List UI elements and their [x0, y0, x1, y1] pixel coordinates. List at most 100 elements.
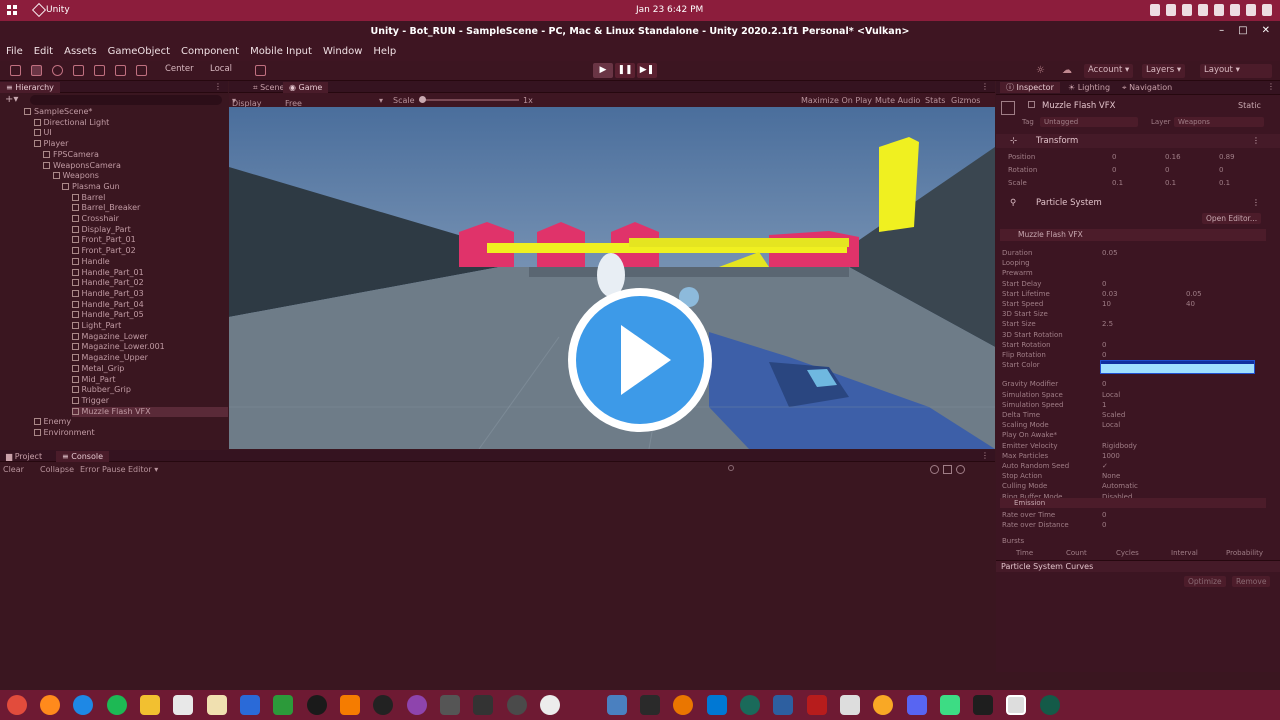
menu-help[interactable]: Help: [373, 43, 396, 61]
hierarchy-item[interactable]: Crosshair: [71, 214, 119, 225]
particle-prop-value-max[interactable]: 40: [1186, 300, 1195, 308]
particle-prop-value[interactable]: ✓: [1102, 462, 1108, 470]
move-tool-icon[interactable]: [31, 65, 42, 76]
hierarchy-search-input[interactable]: [30, 95, 222, 105]
component-menu-icon[interactable]: ⋮: [1252, 136, 1260, 145]
particle-prop-value[interactable]: 1: [1102, 401, 1106, 409]
hierarchy-item[interactable]: Muzzle Flash VFX: [71, 406, 228, 418]
hierarchy-item[interactable]: Display_Part: [71, 225, 131, 236]
particle-curves-header[interactable]: Particle System Curves: [996, 560, 1280, 572]
transform-z-field[interactable]: 0.89: [1219, 153, 1235, 161]
transform-x-field[interactable]: 0.1: [1112, 179, 1123, 187]
particle-prop-value[interactable]: 2.5: [1102, 320, 1113, 328]
headphones-icon[interactable]: [507, 695, 527, 715]
obs-icon[interactable]: [373, 695, 393, 715]
hierarchy-item[interactable]: UI: [33, 128, 52, 139]
firefox-icon[interactable]: [40, 695, 60, 715]
power-icon[interactable]: [1262, 4, 1272, 16]
step-button[interactable]: ▶❚: [637, 63, 657, 78]
hierarchy-item[interactable]: Handle: [71, 257, 110, 268]
account-dropdown[interactable]: Account ▾: [1084, 64, 1134, 78]
optimize-button[interactable]: Optimize: [1184, 576, 1226, 587]
menu-edit[interactable]: Edit: [34, 43, 53, 61]
particle-prop-value[interactable]: 0: [1102, 351, 1106, 359]
hierarchy-item[interactable]: Mid_Part: [71, 375, 116, 386]
mute-audio-toggle[interactable]: Mute Audio: [875, 96, 920, 105]
play-button[interactable]: ▶: [593, 63, 613, 78]
hierarchy-item[interactable]: Magazine_Upper: [71, 353, 148, 364]
transform-y-field[interactable]: 0: [1165, 166, 1169, 174]
hierarchy-item[interactable]: Front_Part_02: [71, 246, 136, 257]
tab-lighting[interactable]: ☀ Lighting: [1062, 82, 1116, 93]
particle-prop-value[interactable]: 10: [1102, 300, 1111, 308]
tab-game[interactable]: ◉ Game: [283, 82, 329, 93]
start-color-swatch[interactable]: [1100, 360, 1255, 374]
particle-prop-value[interactable]: None: [1102, 472, 1120, 480]
game-controller-icon[interactable]: [440, 695, 460, 715]
game-viewport[interactable]: [229, 107, 995, 449]
chrome-icon[interactable]: [7, 695, 27, 715]
aspect-dropdown-arrow[interactable]: ▾: [379, 96, 383, 105]
unity-editor-running-icon[interactable]: [1006, 695, 1026, 715]
grid-snap-icon[interactable]: [255, 65, 266, 76]
console-menu-icon[interactable]: ⋮: [981, 451, 989, 460]
maximize-on-play-toggle[interactable]: Maximize On Play: [801, 96, 872, 105]
hierarchy-item[interactable]: Barrel_Breaker: [71, 203, 140, 214]
rotate-tool-icon[interactable]: [52, 65, 63, 76]
filezilla-icon[interactable]: [807, 695, 827, 715]
menu-mobile-input[interactable]: Mobile Input: [250, 43, 312, 61]
unity-icon[interactable]: [640, 695, 660, 715]
particle-module-header[interactable]: Muzzle Flash VFX: [1000, 229, 1266, 241]
hierarchy-item[interactable]: WeaponsCamera: [43, 161, 121, 172]
hierarchy-item[interactable]: Handle_Part_04: [71, 300, 144, 311]
layer-dropdown[interactable]: Weapons: [1174, 117, 1264, 127]
stats-toggle[interactable]: Stats: [925, 96, 945, 105]
close-button[interactable]: ✕: [1262, 25, 1270, 36]
krita-icon[interactable]: [407, 695, 427, 715]
hierarchy-item[interactable]: Weapons: [52, 171, 99, 182]
hierarchy-item[interactable]: Rubber_Grip: [71, 385, 131, 396]
document-icon[interactable]: [240, 695, 260, 715]
hand-tool-icon[interactable]: [10, 65, 21, 76]
terminal-icon[interactable]: [973, 695, 993, 715]
particle-prop-value[interactable]: 0: [1102, 380, 1106, 388]
apps-grid-icon[interactable]: [7, 5, 18, 16]
transform-tool-icon[interactable]: [115, 65, 126, 76]
terminal-app-icon[interactable]: [307, 695, 327, 715]
hierarchy-item[interactable]: Directional Light: [33, 118, 109, 129]
particle-system-header[interactable]: ⚲ Particle System ⋮: [996, 196, 1280, 210]
collapse-toggle[interactable]: Collapse: [40, 465, 74, 474]
particle-prop-value[interactable]: 0.05: [1102, 249, 1118, 257]
layers-dropdown[interactable]: Layers ▾: [1142, 64, 1186, 78]
discord-icon[interactable]: [907, 695, 927, 715]
rate-over-distance-value[interactable]: 0: [1102, 521, 1106, 529]
maximize-button[interactable]: □: [1238, 25, 1247, 36]
hierarchy-item[interactable]: Handle_Part_01: [71, 268, 144, 279]
particle-prop-value[interactable]: Local: [1102, 391, 1120, 399]
menu-window[interactable]: Window: [323, 43, 362, 61]
error-filter-icon[interactable]: [956, 465, 965, 474]
emission-module-header[interactable]: Emission: [1000, 498, 1266, 508]
particle-prop-value[interactable]: 1000: [1102, 452, 1120, 460]
hierarchy-item[interactable]: Enemy: [33, 417, 71, 428]
vlc-icon[interactable]: [340, 695, 360, 715]
inspector-menu-icon[interactable]: ⋮: [1267, 82, 1275, 91]
scale-tool-icon[interactable]: [73, 65, 84, 76]
app-icon-green[interactable]: [1040, 695, 1060, 715]
hierarchy-item[interactable]: Player: [33, 139, 68, 150]
error-pause-toggle[interactable]: Error Pause: [80, 465, 126, 474]
network-icon[interactable]: [1182, 4, 1192, 16]
hierarchy-item[interactable]: Environment: [33, 428, 95, 439]
hierarchy-item[interactable]: Front_Part_01: [71, 235, 136, 246]
menu-gameobject[interactable]: GameObject: [108, 43, 170, 61]
warning-filter-icon[interactable]: [943, 465, 952, 474]
godot-icon[interactable]: [607, 695, 627, 715]
collab-icon[interactable]: ☼: [1036, 65, 1047, 76]
hierarchy-item[interactable]: Magazine_Lower: [71, 332, 148, 343]
pivot-local-toggle[interactable]: Local: [210, 64, 232, 78]
transform-z-field[interactable]: 0: [1219, 166, 1223, 174]
transform-x-field[interactable]: 0: [1112, 166, 1116, 174]
transform-y-field[interactable]: 0.1: [1165, 179, 1176, 187]
unity-hub-icon[interactable]: [473, 695, 493, 715]
menu-component[interactable]: Component: [181, 43, 239, 61]
